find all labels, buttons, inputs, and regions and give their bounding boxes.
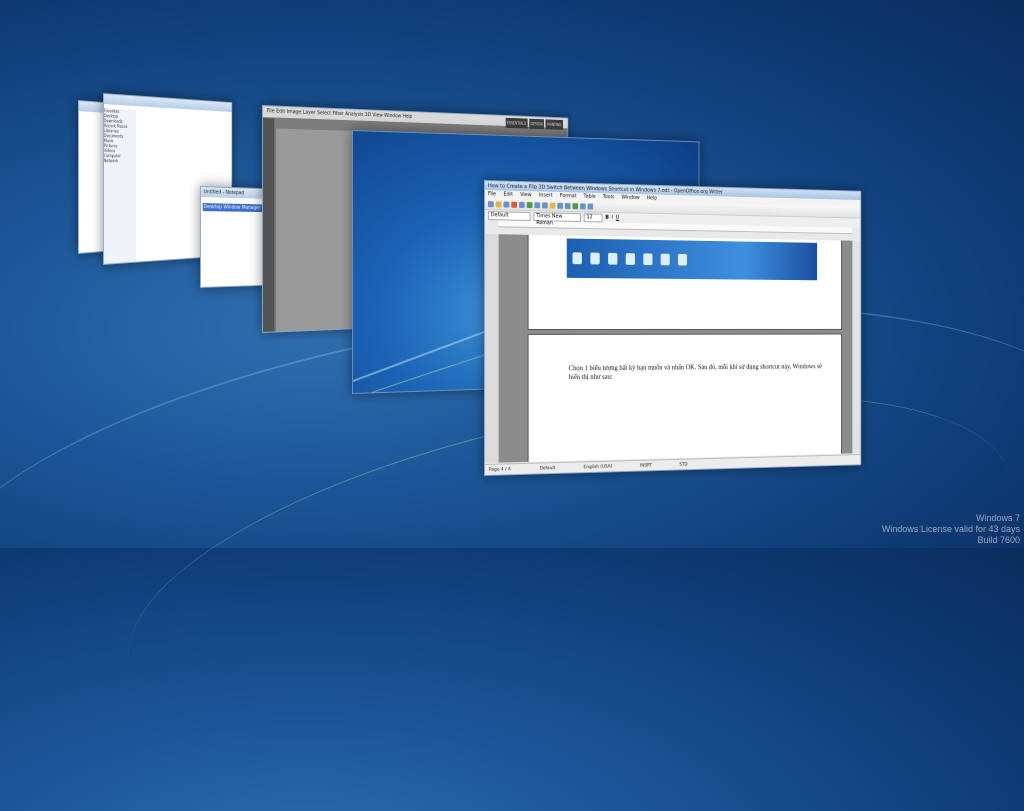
menu-help[interactable]: Help [403, 114, 413, 120]
cut-icon[interactable] [534, 201, 541, 208]
shortcut-icon [572, 252, 582, 265]
document-page: Chọn 1 biểu tượng bất kỳ bạn muốn và nhấ… [527, 333, 842, 463]
open-icon[interactable] [495, 200, 502, 207]
embedded-screenshot-image [566, 238, 818, 281]
menu-window[interactable]: Window [384, 113, 401, 119]
shortcut-icon [625, 253, 635, 265]
window-titlebar: Untitled - Notepad [200, 187, 270, 199]
menu-view[interactable]: View [520, 192, 531, 198]
menu-table[interactable]: Table [584, 194, 596, 200]
menu-3d[interactable]: 3D [365, 112, 371, 118]
document-paragraph[interactable]: Chọn 1 biểu tượng bất kỳ bạn muốn và nhấ… [569, 363, 823, 383]
save-icon[interactable] [503, 200, 510, 208]
tab-design[interactable]: DESIGN [529, 118, 545, 130]
undo-icon[interactable] [557, 202, 563, 209]
underline-icon[interactable]: U [616, 215, 619, 221]
vertical-scrollbar[interactable] [851, 240, 861, 454]
status-insert-mode: INSRT [639, 462, 652, 469]
print-icon[interactable] [518, 201, 525, 208]
paste-icon[interactable] [549, 202, 556, 209]
menu-window[interactable]: Window [621, 195, 639, 201]
menu-analysis[interactable]: Analysis [345, 111, 363, 118]
photoshop-toolbox[interactable] [262, 118, 275, 332]
status-selection-mode: STD [679, 462, 688, 468]
workspace-tabs: ESSENTIALS DESIGN PAINTING [505, 117, 563, 130]
document-area[interactable]: Chọn 1 biểu tượng bất kỳ bạn muốn và nhấ… [498, 234, 852, 463]
menu-filter[interactable]: Filter [333, 111, 344, 117]
menu-layer[interactable]: Layer [303, 110, 316, 116]
menu-view[interactable]: View [372, 112, 382, 118]
vertical-ruler [484, 234, 499, 463]
explorer-nav-pane: Favorites Desktop Downloads Recent Place… [103, 108, 136, 264]
watermark-license: Windows License valid for 43 days [881, 524, 1020, 534]
new-icon[interactable] [487, 200, 494, 207]
menu-edit[interactable]: Edit [503, 192, 512, 198]
font-name-select[interactable]: Times New Roman [533, 211, 581, 226]
menu-edit[interactable]: Edit [276, 109, 285, 115]
zoom-icon[interactable] [580, 202, 586, 209]
watermark-build: Build 7600 [977, 535, 1020, 545]
menu-tools[interactable]: Tools [603, 194, 614, 200]
shortcut-icon [590, 252, 600, 265]
notepad-selected-text[interactable]: Desktop Window Manager [202, 203, 269, 213]
shortcut-icon [608, 252, 618, 265]
font-size-select[interactable]: 12 [583, 212, 603, 222]
menu-image[interactable]: Image [287, 109, 302, 115]
bold-icon[interactable]: B [605, 215, 609, 221]
tab-essentials[interactable]: ESSENTIALS [505, 117, 528, 129]
status-language: English (USA) [583, 464, 613, 470]
menu-format[interactable]: Format [560, 193, 577, 199]
help-icon[interactable] [587, 203, 594, 210]
menu-file[interactable]: File [267, 108, 275, 114]
tab-painting[interactable]: PAINTING [545, 119, 563, 130]
spellcheck-icon[interactable] [526, 201, 533, 208]
pdf-icon[interactable] [511, 201, 518, 208]
menu-file[interactable]: File [488, 191, 496, 197]
window-notepad[interactable]: Untitled - Notepad Desktop Window Manage… [200, 186, 271, 288]
nav-item[interactable]: Network [104, 158, 136, 163]
status-style: Default [539, 465, 556, 471]
document-page [527, 234, 842, 330]
menu-help[interactable]: Help [647, 195, 657, 201]
menu-select[interactable]: Select [317, 110, 331, 116]
shortcut-icon [660, 253, 670, 266]
redo-icon[interactable] [564, 202, 571, 209]
status-page: Page 4 / 4 [488, 466, 511, 473]
shortcut-icon [677, 253, 687, 266]
window-openoffice-writer[interactable]: How to Create a Flip 3D Switch Between W… [484, 180, 862, 476]
navigator-icon[interactable] [572, 202, 579, 209]
windows-watermark: Windows 7 Windows License valid for 43 d… [882, 513, 1020, 546]
paragraph-style-select[interactable]: Default [487, 210, 531, 221]
copy-icon[interactable] [542, 201, 548, 208]
photoshop-menubar: File Edit Image Layer Select Filter Anal… [262, 106, 568, 130]
watermark-os: Windows 7 [975, 513, 1020, 523]
shortcut-icon [643, 253, 653, 266]
menu-insert[interactable]: Insert [539, 192, 553, 198]
italic-icon[interactable]: I [612, 215, 613, 221]
